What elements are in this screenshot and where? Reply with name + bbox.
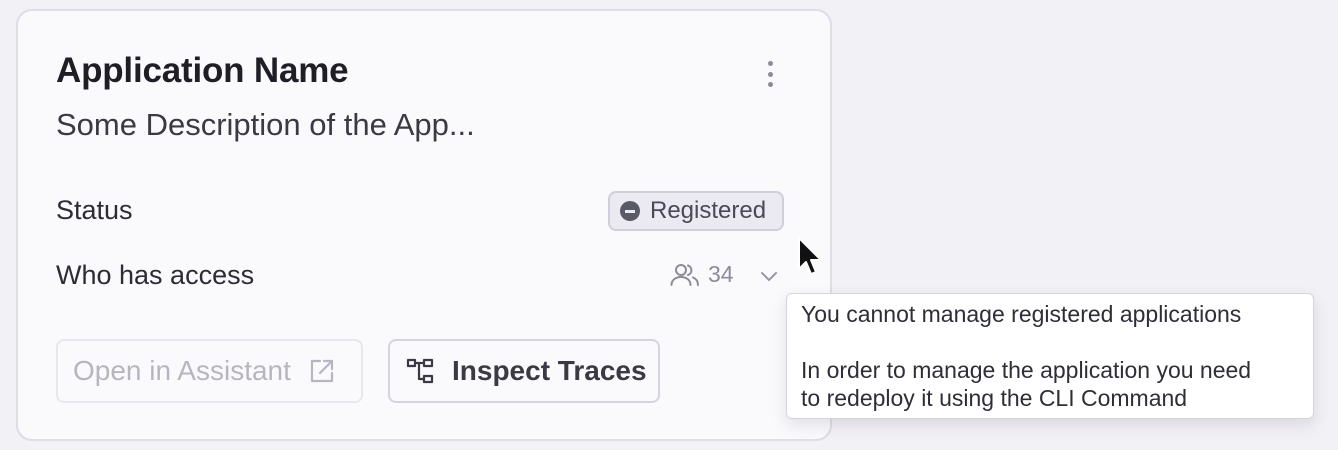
status-badge-text: Registered xyxy=(650,197,767,224)
mouse-cursor-icon xyxy=(798,237,822,275)
kebab-dot xyxy=(767,61,773,66)
trace-tree-icon xyxy=(406,358,434,384)
application-card: Application Name Some Description of the… xyxy=(16,9,832,441)
application-description: Some Description of the App... xyxy=(56,107,475,142)
tooltip-line: In order to manage the application you n… xyxy=(801,357,1252,383)
inspect-traces-label: Inspect Traces xyxy=(452,355,647,386)
status-badge: Registered xyxy=(608,191,785,231)
application-title: Application Name xyxy=(56,51,349,90)
open-in-assistant-button[interactable]: Open in Assistant xyxy=(56,339,363,403)
access-label: Who has access xyxy=(56,260,255,290)
access-count-value: 34 xyxy=(708,261,734,287)
tooltip: You cannot manage registered application… xyxy=(786,293,1314,419)
tooltip-line: You cannot manage registered application… xyxy=(801,301,1242,327)
open-in-assistant-label: Open in Assistant xyxy=(73,355,291,386)
users-icon xyxy=(670,263,699,286)
minus-circle-icon xyxy=(620,201,640,221)
status-label: Status xyxy=(56,195,133,225)
tooltip-spacer xyxy=(801,328,1299,356)
kebab-dot xyxy=(767,71,773,77)
inspect-traces-button[interactable]: Inspect Traces xyxy=(388,339,660,403)
tooltip-line: to redeploy it using the CLI Command xyxy=(801,385,1188,411)
more-options-icon[interactable] xyxy=(758,57,782,91)
external-link-icon xyxy=(310,359,334,383)
access-count: 34 xyxy=(670,261,734,288)
chevron-down-icon[interactable] xyxy=(758,265,780,287)
kebab-dot xyxy=(767,82,773,87)
